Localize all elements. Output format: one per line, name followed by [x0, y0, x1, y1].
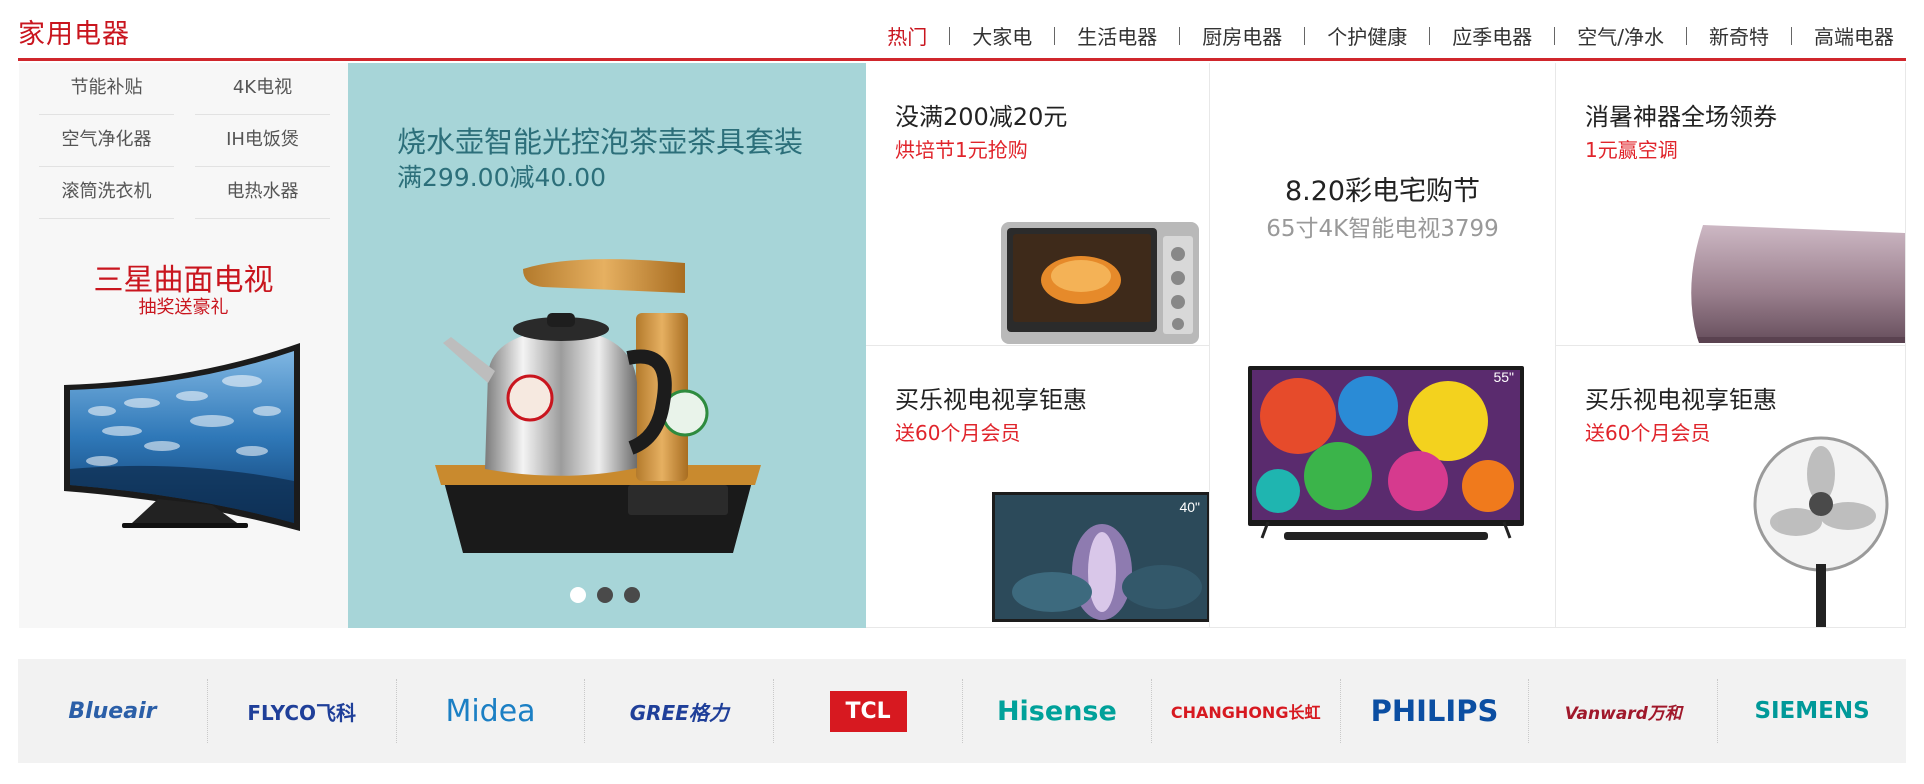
oven-image — [1001, 222, 1199, 344]
brand-logo-tcl[interactable]: TCL — [773, 679, 962, 743]
quick-link-water-heater[interactable]: 电热水器 — [195, 167, 330, 219]
nav-tab-hot[interactable]: 热门 — [887, 21, 927, 50]
carousel-price: 满299.00减40.00 — [397, 163, 607, 192]
brand-logo-gree[interactable]: GREE格力 — [584, 679, 773, 743]
nav-tab-large-appliances[interactable]: 大家电 — [972, 21, 1032, 50]
nav-tab-air-water[interactable]: 空气/净水 — [1577, 21, 1664, 50]
air-conditioner-image — [1691, 225, 1905, 343]
kettle-set-image — [435, 259, 761, 553]
carousel-pagination — [570, 587, 640, 603]
carousel-dot-2[interactable] — [597, 587, 613, 603]
promo-tv-festival[interactable]: 8.20彩电宅购节 65寸4K智能电视3799 55" — [1210, 63, 1556, 628]
nav-divider — [1554, 26, 1556, 45]
nav-divider — [1179, 26, 1181, 45]
brand-name-philips: PHILIPS — [1370, 694, 1499, 728]
nav-divider — [1304, 26, 1306, 45]
nav-tab-kitchen[interactable]: 厨房电器 — [1202, 21, 1282, 50]
nav-tab-seasonal[interactable]: 应季电器 — [1452, 21, 1532, 50]
brand-strip: Blueair FLYCO飞科 Midea GREE格力 TCL Hisense… — [18, 659, 1906, 763]
brand-logo-siemens[interactable]: SIEMENS — [1717, 679, 1906, 743]
brand-name-changhong: CHANGHONG长虹 — [1170, 703, 1321, 722]
standing-fan-image — [1753, 436, 1889, 627]
brand-logo-changhong[interactable]: CHANGHONG长虹 — [1150, 679, 1340, 743]
quick-link-drum-washer[interactable]: 滚筒洗衣机 — [39, 167, 174, 219]
promo-oven-title: 没满200减20元 — [895, 103, 1068, 131]
samsung-promo-subtitle: 抽奖送豪礼 — [138, 297, 229, 318]
promo-letv-subtitle: 送60个月会员 — [895, 421, 1021, 445]
brand-name-gree: GREE格力 — [629, 700, 729, 725]
letv-tv-image: 40" — [992, 492, 1209, 622]
promo-fan-title: 买乐视电视享钜惠 — [1585, 386, 1777, 414]
brand-logo-flyco[interactable]: FLYCO飞科 — [206, 679, 396, 743]
brand-logo-philips[interactable]: PHILIPS — [1339, 679, 1529, 743]
quick-link-energy-subsidy[interactable]: 节能补贴 — [39, 63, 174, 115]
brand-name-siemens: SIEMENS — [1754, 698, 1870, 724]
promo-letv[interactable]: 买乐视电视享钜惠 送60个月会员 40" — [866, 346, 1210, 628]
nav-divider — [1054, 26, 1056, 45]
promo-aircon[interactable]: 消暑神器全场领券 1元赢空调 — [1556, 63, 1906, 346]
curved-tv-image[interactable] — [62, 341, 324, 573]
brand-name-midea: Midea — [445, 693, 536, 729]
nav-tab-premium[interactable]: 高端电器 — [1814, 21, 1894, 50]
brand-name-blueair: Blueair — [68, 698, 157, 724]
brand-logo-vanward[interactable]: Vanward万和 — [1528, 679, 1717, 743]
promo-tv-festival-title: 8.20彩电宅购节 — [1284, 176, 1481, 207]
promo-letv-title: 买乐视电视享钜惠 — [895, 386, 1087, 414]
section-title: 家用电器 — [18, 19, 130, 50]
quick-link-4k-tv[interactable]: 4K电视 — [195, 63, 330, 115]
carousel-dot-3[interactable] — [624, 587, 640, 603]
brand-name-tcl: TCL — [829, 690, 907, 732]
promo-aircon-title: 消暑神器全场领券 — [1585, 103, 1777, 131]
brand-name-vanward: Vanward万和 — [1564, 703, 1682, 724]
letv-tv-size-badge: 40" — [1179, 499, 1200, 515]
promo-oven-subtitle: 烘培节1元抢购 — [895, 138, 1028, 162]
section-header: 家用电器 热门 大家电 生活电器 厨房电器 个护健康 应季电器 空气/净水 新奇… — [18, 0, 1906, 61]
hero-carousel[interactable]: 烧水壶智能光控泡茶壶茶具套装 满299.00减40.00 — [348, 63, 866, 628]
promo-fan-subtitle: 送60个月会员 — [1585, 421, 1711, 445]
nav-tab-novelty[interactable]: 新奇特 — [1709, 21, 1769, 50]
promo-tv-festival-subtitle: 65寸4K智能电视3799 — [1266, 216, 1499, 242]
nav-divider — [1791, 26, 1792, 45]
quick-link-ih-rice-cooker[interactable]: IH电饭煲 — [195, 115, 330, 167]
left-column: 节能补贴 4K电视 空气净化器 IH电饭煲 滚筒洗衣机 电热水器 三星曲面电视 … — [19, 63, 348, 628]
promo-aircon-subtitle: 1元赢空调 — [1585, 138, 1678, 162]
nav-divider — [1686, 26, 1687, 45]
brand-logo-midea[interactable]: Midea — [395, 679, 585, 743]
quick-link-air-purifier[interactable]: 空气净化器 — [39, 115, 174, 167]
brand-logo-blueair[interactable]: Blueair — [18, 679, 207, 743]
carousel-title: 烧水壶智能光控泡茶壶茶具套装 — [397, 125, 804, 159]
center-tv-size-badge: 55" — [1493, 369, 1514, 385]
brand-name-flyco: FLYCO飞科 — [247, 700, 357, 725]
nav-divider — [1429, 26, 1431, 45]
promo-oven[interactable]: 没满200减20元 烘培节1元抢购 — [866, 63, 1210, 346]
brand-logo-hisense[interactable]: Hisense — [961, 679, 1151, 743]
brand-name-hisense: Hisense — [996, 695, 1117, 727]
color-tv-image: 55" — [1248, 366, 1524, 540]
nav-tab-personal-care[interactable]: 个护健康 — [1327, 21, 1407, 50]
promo-fan[interactable]: 买乐视电视享钜惠 送60个月会员 — [1556, 346, 1906, 628]
nav-divider — [949, 26, 951, 45]
category-nav: 热门 大家电 生活电器 厨房电器 个护健康 应季电器 空气/净水 新奇特 高端电… — [887, 21, 1894, 50]
nav-tab-life-appliances[interactable]: 生活电器 — [1077, 21, 1157, 50]
carousel-dot-1[interactable] — [570, 587, 586, 603]
